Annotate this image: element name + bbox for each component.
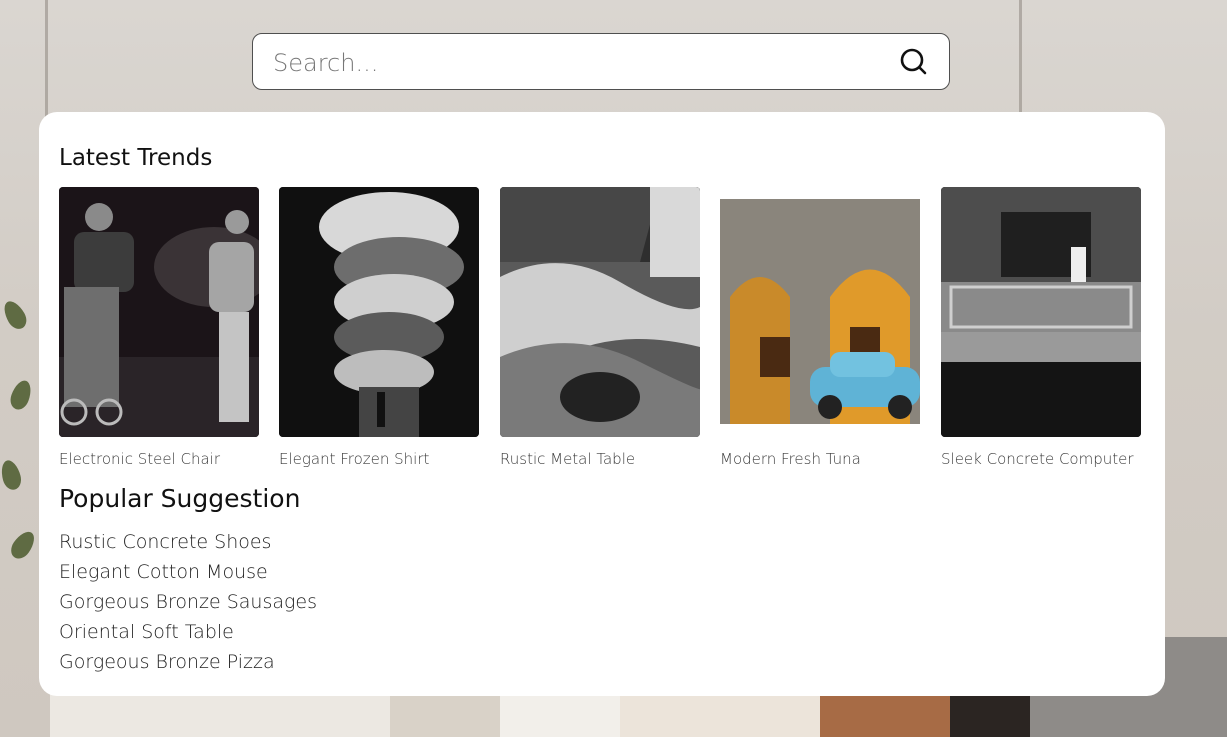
trend-card[interactable]: Sleek Concrete Computer	[941, 187, 1141, 468]
trend-card[interactable]: Rustic Metal Table	[500, 187, 700, 468]
leaf-decoration	[7, 527, 39, 563]
suggestion-item[interactable]: Gorgeous Bronze Sausages	[59, 587, 317, 617]
leaf-decoration	[7, 377, 35, 413]
trend-label: Modern Fresh Tuna	[720, 450, 861, 468]
latest-trends-heading: Latest Trends	[59, 145, 213, 171]
suggestion-list: Rustic Concrete Shoes Elegant Cotton Mou…	[59, 527, 317, 677]
suggestion-item[interactable]: Elegant Cotton Mouse	[59, 557, 317, 587]
trend-card[interactable]: Modern Fresh Tuna	[720, 187, 920, 468]
suggestion-item[interactable]: Oriental Soft Table	[59, 617, 317, 647]
suggestion-item[interactable]: Gorgeous Bronze Pizza	[59, 647, 317, 677]
search-input[interactable]	[271, 42, 885, 84]
trend-label: Electronic Steel Chair	[59, 450, 221, 468]
wall-seam	[45, 0, 48, 120]
search-icon[interactable]	[899, 47, 929, 77]
search-dropdown-panel: Latest Trends Electronic Steel Chair Ele…	[39, 112, 1165, 696]
trend-card[interactable]: Elegant Frozen Shirt	[279, 187, 479, 468]
trend-card[interactable]: Electronic Steel Chair	[59, 187, 259, 468]
leaf-decoration	[0, 297, 31, 333]
trend-thumbnail	[279, 187, 479, 437]
trend-thumbnail	[941, 187, 1141, 437]
suggestion-item[interactable]: Rustic Concrete Shoes	[59, 527, 317, 557]
search-bar	[252, 33, 950, 90]
wall-seam	[1019, 0, 1022, 112]
trend-label: Elegant Frozen Shirt	[279, 450, 430, 468]
trend-thumbnail	[59, 187, 259, 437]
trend-label: Rustic Metal Table	[500, 450, 636, 468]
trend-thumbnail	[500, 187, 700, 437]
popular-suggestion-heading: Popular Suggestion	[59, 484, 301, 513]
leaf-decoration	[0, 458, 24, 492]
trend-label: Sleek Concrete Computer	[941, 450, 1134, 468]
trend-thumbnail	[720, 187, 920, 437]
